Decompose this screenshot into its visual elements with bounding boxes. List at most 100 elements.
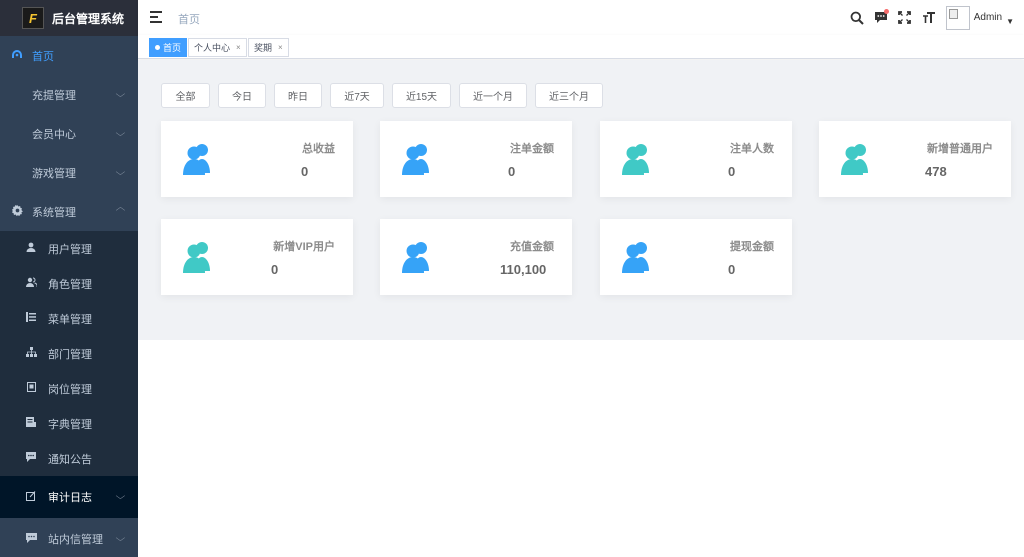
notification-badge [883, 8, 889, 14]
stat-card-recharge-amount[interactable]: 充值金额 110,100 [380, 219, 572, 295]
peoples-icon [183, 144, 210, 175]
avatar[interactable] [945, 5, 970, 30]
stat-card-new-vip-users[interactable]: 新增VIP用户 0 [161, 219, 353, 295]
sidebar-item-audit-log[interactable]: 审计日志 ⌵ [0, 476, 138, 518]
tree-icon [24, 347, 38, 360]
stat-card-bet-amount[interactable]: 注单金额 0 [380, 121, 572, 197]
sidebar-item-label: 菜单管理 [48, 313, 92, 326]
sidebar-item-system[interactable]: 系统管理 ⌵ [0, 192, 138, 231]
sidebar-item-posts[interactable]: 岗位管理 [0, 371, 138, 406]
sidebar-item-label: 部门管理 [48, 348, 92, 361]
navbar-right-menu: Admin ▼ [844, 0, 1014, 35]
filter-all-button[interactable]: 全部 [161, 83, 210, 108]
card-value: 0 [271, 262, 279, 277]
sidebar-item-recharge[interactable]: 充提管理 ⌵ [0, 75, 138, 114]
tag-lottery-period[interactable]: 奖期 × [248, 38, 289, 57]
dict-icon [24, 417, 38, 430]
tree-table-icon [24, 312, 38, 325]
dashboard-icon [10, 49, 24, 62]
card-label: 注单人数 [730, 143, 774, 155]
filter-7days-button[interactable]: 近7天 [330, 83, 384, 108]
sidebar-item-label: 通知公告 [48, 453, 92, 466]
peoples-icon [402, 144, 429, 175]
tag-label: 奖期 [254, 43, 273, 53]
font-size-icon[interactable] [918, 7, 940, 29]
fullscreen-icon[interactable] [894, 7, 916, 29]
card-value: 0 [728, 164, 736, 179]
card-value: 110,100 [500, 262, 547, 277]
message-icon[interactable] [870, 7, 892, 29]
message-icon [24, 452, 38, 465]
sidebar-item-station-messages[interactable]: 站内信管理 ⌵ [0, 518, 138, 557]
user-name[interactable]: Admin [974, 12, 1002, 23]
sidebar-item-label: 首页 [32, 50, 54, 63]
filter-1month-button[interactable]: 近一个月 [459, 83, 527, 108]
card-value: 0 [728, 262, 736, 277]
stat-card-new-normal-users[interactable]: 新增普通用户 478 [819, 121, 1011, 197]
tag-label: 首页 [163, 43, 182, 53]
chevron-up-icon: ⌵ [115, 205, 126, 215]
breadcrumb: 首页 [178, 14, 200, 26]
sidebar-item-games[interactable]: 游戏管理 ⌵ [0, 153, 138, 192]
peoples-icon [622, 242, 649, 273]
sidebar-item-departments[interactable]: 部门管理 [0, 336, 138, 371]
user-icon [24, 242, 38, 255]
sidebar-item-label: 会员中心 [32, 128, 76, 141]
sidebar-item-users[interactable]: 用户管理 [0, 231, 138, 266]
card-value: 478 [925, 164, 947, 179]
stat-card-total-revenue[interactable]: 总收益 0 [161, 121, 353, 197]
logo-bar[interactable]: F 后台管理系统 [0, 0, 138, 36]
card-label: 注单金额 [510, 143, 554, 155]
sidebar-item-roles[interactable]: 角色管理 [0, 266, 138, 301]
sidebar-item-label: 用户管理 [48, 243, 92, 256]
sidebar-item-members[interactable]: 会员中心 ⌵ [0, 114, 138, 153]
sidebar-item-dictionary[interactable]: 字典管理 [0, 406, 138, 441]
log-icon [24, 490, 38, 504]
caret-down-icon[interactable]: ▼ [1006, 17, 1014, 26]
close-icon[interactable]: × [278, 43, 283, 52]
sidebar: F 后台管理系统 首页 充提管理 ⌵ 会员中心 ⌵ 游戏管理 ⌵ 系统管理 ⌵ … [0, 0, 138, 557]
sidebar-item-label: 站内信管理 [48, 534, 103, 546]
search-icon[interactable] [846, 7, 868, 29]
sidebar-item-label: 充提管理 [32, 89, 76, 102]
tag-home[interactable]: 首页 [149, 38, 188, 57]
stat-card-bet-users[interactable]: 注单人数 0 [600, 121, 792, 197]
card-label: 总收益 [302, 143, 335, 155]
sidebar-item-label: 审计日志 [48, 492, 92, 504]
peoples-icon [24, 277, 38, 290]
sidebar-item-home[interactable]: 首页 [0, 36, 138, 75]
chevron-down-icon: ⌵ [115, 89, 126, 99]
tags-view: 首页 个人中心 × 奖期 × [138, 35, 1024, 59]
sidebar-item-menus[interactable]: 菜单管理 [0, 301, 138, 336]
filter-15days-button[interactable]: 近15天 [392, 83, 451, 108]
chevron-down-icon: ⌵ [115, 128, 126, 138]
app-title: 后台管理系统 [52, 11, 125, 26]
sidebar-item-label: 字典管理 [48, 418, 92, 431]
active-dot-icon [155, 45, 160, 50]
filter-yesterday-button[interactable]: 昨日 [274, 83, 322, 108]
post-icon [24, 382, 38, 395]
card-label: 充值金额 [510, 241, 554, 253]
filter-today-button[interactable]: 今日 [218, 83, 266, 108]
stat-card-withdraw-amount[interactable]: 提现金额 0 [600, 219, 792, 295]
card-value: 0 [301, 164, 309, 179]
chevron-down-icon: ⌵ [115, 167, 126, 177]
system-submenu: 用户管理 角色管理 菜单管理 部门管理 岗位管理 字典管理 通知公告 [0, 231, 138, 476]
card-label: 新增普通用户 [927, 143, 993, 155]
peoples-icon [183, 242, 210, 273]
sidebar-item-label: 游戏管理 [32, 167, 76, 180]
chevron-down-icon: ⌵ [115, 491, 126, 501]
card-label: 提现金额 [730, 241, 774, 253]
hamburger-icon[interactable] [150, 11, 162, 23]
chevron-down-icon: ⌵ [115, 533, 126, 543]
peoples-icon [402, 242, 429, 273]
sidebar-item-label: 角色管理 [48, 278, 92, 291]
tag-profile[interactable]: 个人中心 × [188, 38, 247, 57]
peoples-icon [622, 144, 649, 175]
filter-3months-button[interactable]: 近三个月 [535, 83, 603, 108]
close-icon[interactable]: × [236, 43, 241, 52]
peoples-icon [841, 144, 868, 175]
sidebar-item-notices[interactable]: 通知公告 [0, 441, 138, 476]
logo-icon: F [22, 7, 44, 29]
gear-icon [10, 204, 24, 219]
